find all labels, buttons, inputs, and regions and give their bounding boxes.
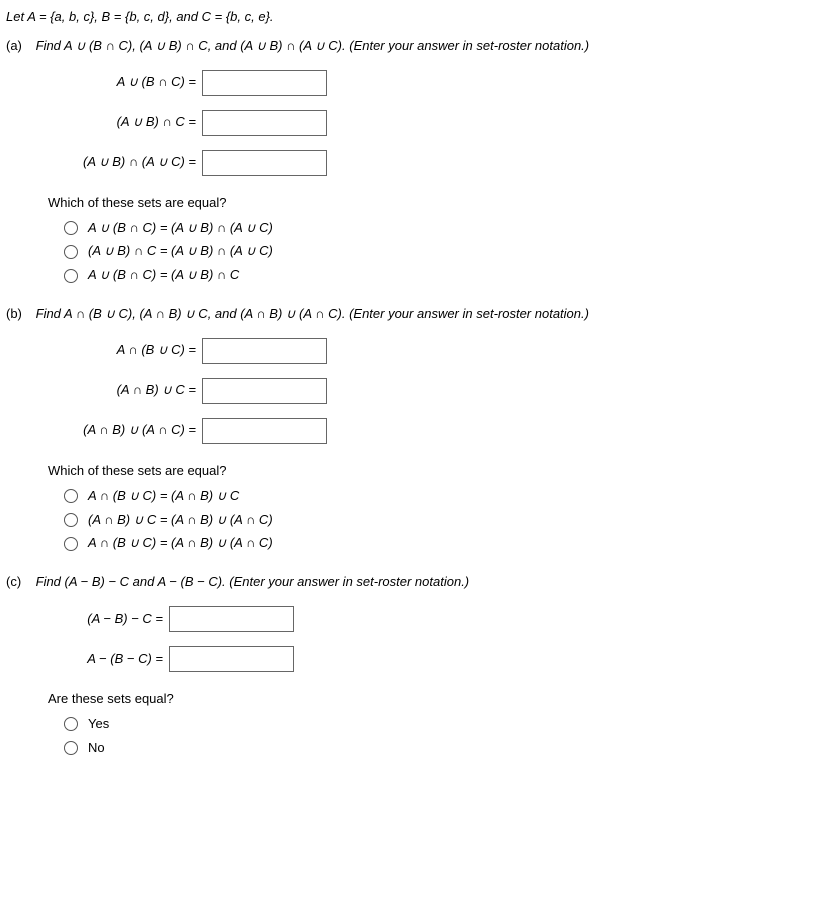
subq-a-title: Which of these sets are equal? [48,194,811,213]
part-a-prompt: Find A ∪ (B ∩ C), (A ∪ B) ∩ C, and (A ∪ … [36,38,590,53]
opt-b-1[interactable]: A ∩ (B ∪ C) = (A ∩ B) ∪ C [64,487,811,506]
eq-c-2-label: A − (B − C) = [48,650,169,669]
opt-a-2[interactable]: (A ∪ B) ∩ C = (A ∪ B) ∩ (A ∪ C) [64,242,811,261]
opt-a-3[interactable]: A ∪ (B ∩ C) = (A ∪ B) ∩ C [64,266,811,285]
opt-a-2-text: (A ∪ B) ∩ C = (A ∪ B) ∩ (A ∪ C) [88,242,273,261]
opt-a-3-text: A ∪ (B ∩ C) = (A ∪ B) ∩ C [88,266,239,285]
eq-a-1-label: A ∪ (B ∩ C) = [48,73,202,92]
eq-c-2-input[interactable] [169,646,294,672]
eq-a-2-label: (A ∪ B) ∩ C = [48,113,202,132]
radio-icon [64,513,78,527]
radio-icon [64,489,78,503]
subq-b-title: Which of these sets are equal? [48,462,811,481]
eq-a-3-input[interactable] [202,150,327,176]
opt-b-2-text: (A ∩ B) ∪ C = (A ∩ B) ∪ (A ∩ C) [88,511,273,530]
opt-b-2[interactable]: (A ∩ B) ∪ C = (A ∩ B) ∪ (A ∩ C) [64,511,811,530]
opt-b-1-text: A ∩ (B ∪ C) = (A ∩ B) ∪ C [88,487,239,506]
radio-icon [64,741,78,755]
opt-a-1[interactable]: A ∪ (B ∩ C) = (A ∪ B) ∩ (A ∪ C) [64,219,811,238]
part-c-prompt: Find (A − B) − C and A − (B − C). (Enter… [36,574,470,589]
eq-b-2-input[interactable] [202,378,327,404]
part-b-label: (b) [6,305,32,324]
eq-b-1-label: A ∩ (B ∪ C) = [48,341,202,360]
eq-c-1-label: (A − B) − C = [48,610,169,629]
opt-b-3-text: A ∩ (B ∪ C) = (A ∩ B) ∪ (A ∩ C) [88,534,273,553]
eq-b-1-input[interactable] [202,338,327,364]
opt-c-1-text: Yes [88,715,109,734]
opt-a-1-text: A ∪ (B ∩ C) = (A ∪ B) ∩ (A ∪ C) [88,219,273,238]
eq-a-1-input[interactable] [202,70,327,96]
radio-icon [64,537,78,551]
eq-b-2-label: (A ∩ B) ∪ C = [48,381,202,400]
radio-icon [64,245,78,259]
part-b-prompt: Find A ∩ (B ∪ C), (A ∩ B) ∪ C, and (A ∩ … [36,306,589,321]
opt-c-2-text: No [88,739,105,758]
eq-a-3-label: (A ∪ B) ∩ (A ∪ C) = [48,153,202,172]
radio-icon [64,269,78,283]
eq-a-2-input[interactable] [202,110,327,136]
part-c-label: (c) [6,573,32,592]
eq-c-1-input[interactable] [169,606,294,632]
subq-c-title: Are these sets equal? [48,690,811,709]
problem-statement: Let A = {a, b, c}, B = {b, c, d}, and C … [6,8,811,27]
opt-c-2[interactable]: No [64,739,811,758]
radio-icon [64,717,78,731]
eq-b-3-input[interactable] [202,418,327,444]
part-a-label: (a) [6,37,32,56]
opt-b-3[interactable]: A ∩ (B ∪ C) = (A ∩ B) ∪ (A ∩ C) [64,534,811,553]
opt-c-1[interactable]: Yes [64,715,811,734]
eq-b-3-label: (A ∩ B) ∪ (A ∩ C) = [48,421,202,440]
radio-icon [64,221,78,235]
